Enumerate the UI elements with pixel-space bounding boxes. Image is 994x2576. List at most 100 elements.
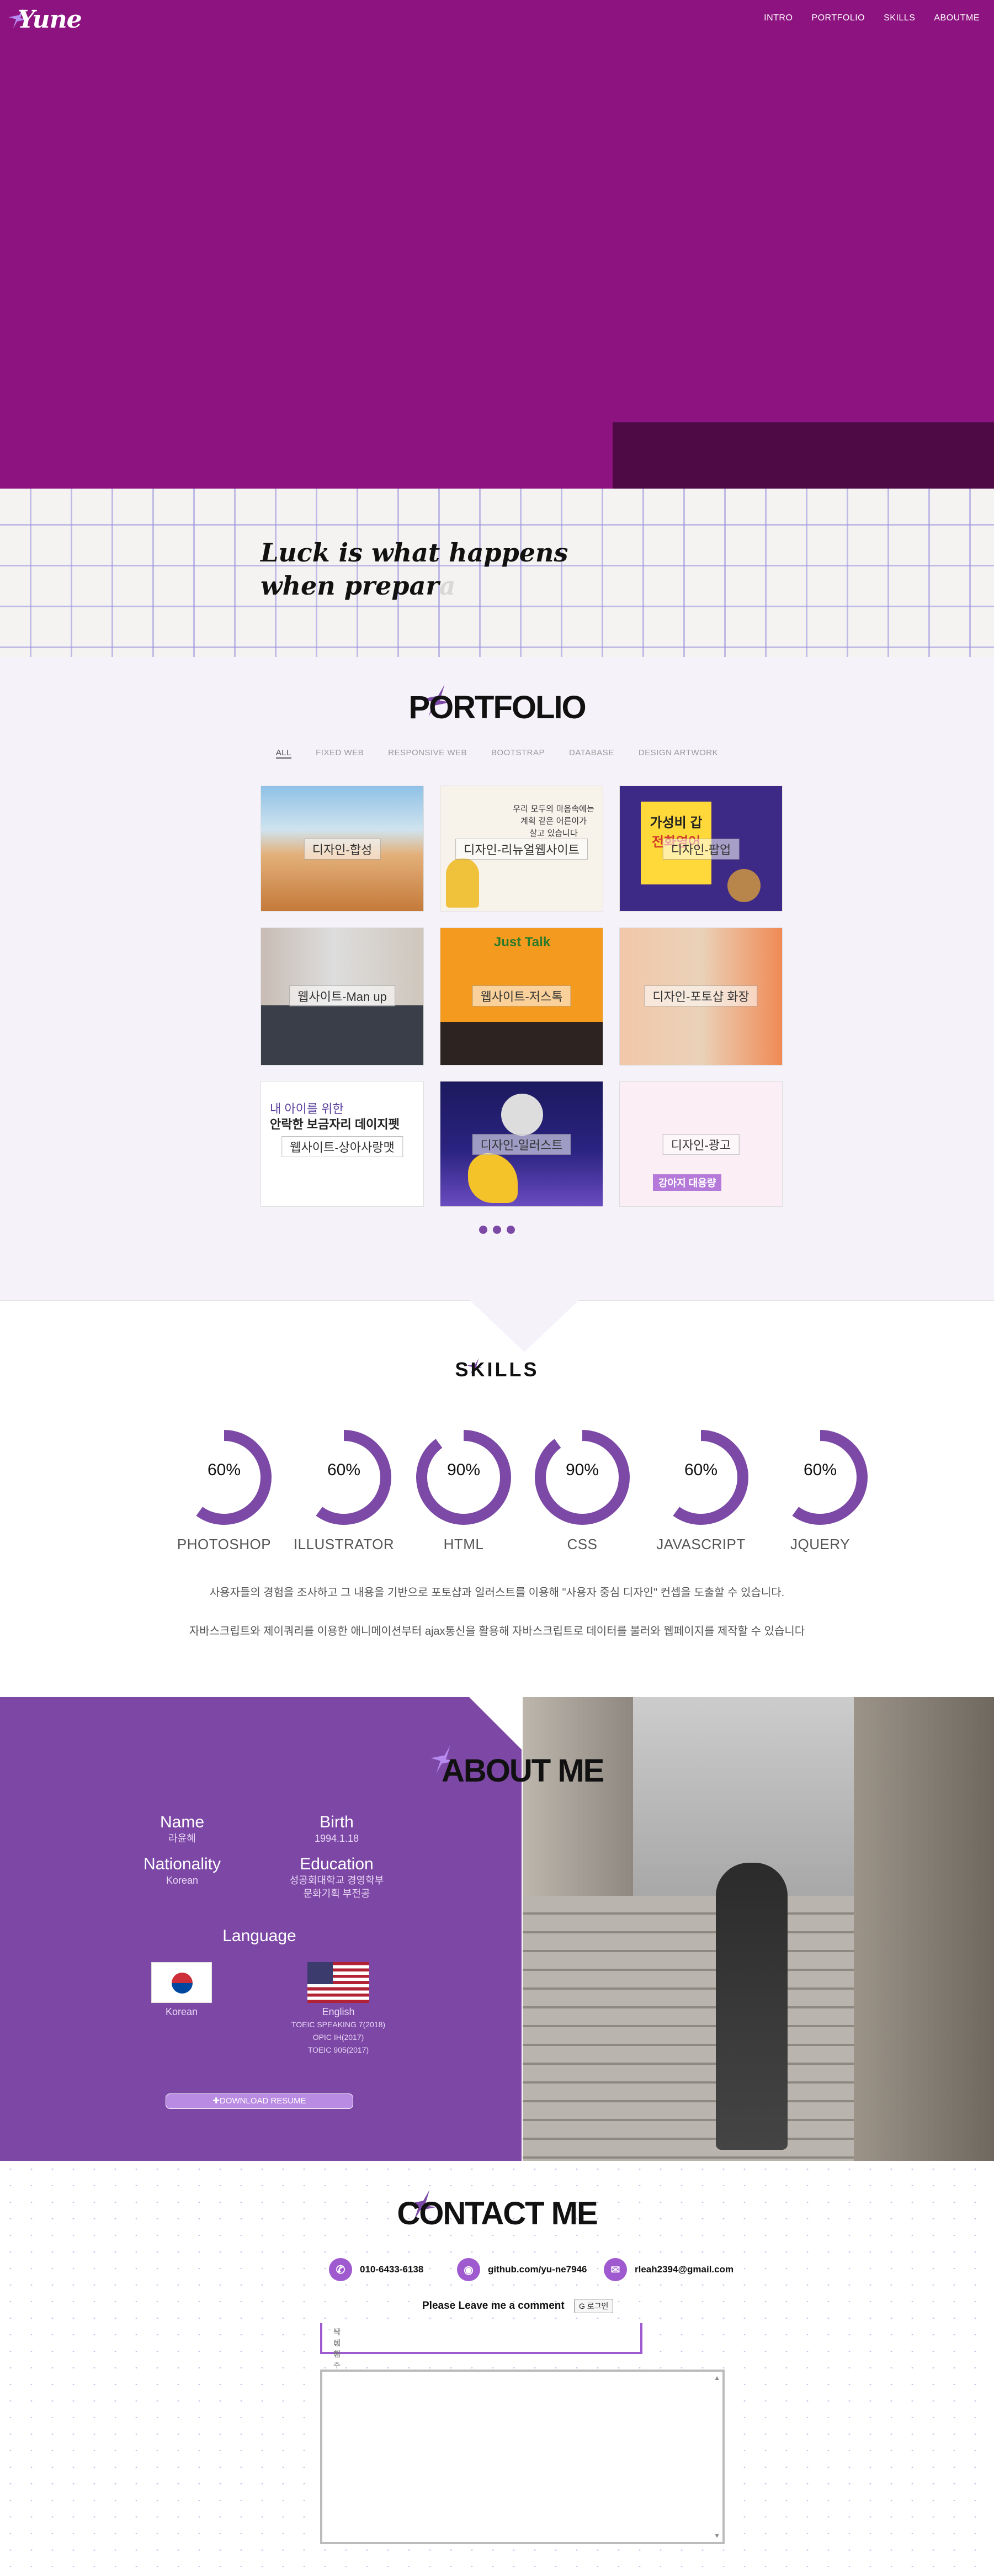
info-label: Name (160, 1813, 205, 1831)
skill-name: ILLUSTRATOR (293, 1536, 395, 1552)
contact-github[interactable]: ◉ github.com/yu-ne7946 (457, 2258, 587, 2281)
contact-github-text: github.com/yu-ne7946 (488, 2264, 587, 2275)
info-value: English (322, 2006, 355, 2017)
section-notch (469, 1300, 580, 1352)
portfolio-title: PORTFOLIO (408, 690, 586, 725)
nav-portfolio[interactable]: PORTFOLIO (811, 13, 865, 23)
github-icon: ◉ (457, 2258, 480, 2281)
quote-text: Luck is what happens when prepara (261, 536, 568, 602)
portfolio-card-8[interactable]: 디자인-일러스트 (440, 1081, 603, 1207)
filter-bootstrap[interactable]: BOOTSTRAP (491, 748, 545, 759)
skill-css: 90% CSS (527, 1428, 637, 1553)
pagination-dot[interactable] (507, 1226, 515, 1234)
skills-title: SKILLS (455, 1358, 539, 1381)
english-score: OPIC IH(2017) (312, 2033, 364, 2042)
nav-intro[interactable]: INTRO (764, 13, 793, 23)
filter-fixed-web[interactable]: FIXED WEB (316, 748, 364, 759)
korea-flag-icon (151, 1962, 212, 2003)
contact-phone[interactable]: ✆ 010-6433-6138 (329, 2258, 423, 2281)
site-logo[interactable]: Yune (8, 3, 96, 36)
filter-database[interactable]: DATABASE (569, 748, 614, 759)
nav-aboutme[interactable]: ABOUTME (934, 13, 980, 23)
photo-shade (440, 1022, 603, 1065)
info-label: Language (222, 1927, 296, 1945)
portfolio-card-caption: 디자인-팝업 (662, 838, 740, 860)
portfolio-card-7[interactable]: 내 아이를 위한 안락한 보금자리 데이지펫 웹사이트-상아사랑맷 (261, 1081, 424, 1207)
skills-section: SKILLS 60% PHOTOSHOP 60% ILLUSTRATOR 90% HTML… (0, 1301, 994, 1697)
download-resume-button[interactable]: ✚DOWNLOAD RESUME (166, 2093, 353, 2109)
portfolio-card-5[interactable]: Just Talk 웹사이트-저스톡 (440, 927, 603, 1066)
quote-line-2-visible: when prepar (261, 571, 439, 601)
page-root: Yune INTRO PORTFOLIO SKILLS ABOUTME Luck… (0, 0, 994, 2576)
skill-percent: 60% (684, 1461, 718, 1479)
filter-design-artwork[interactable]: DESIGN ARTWORK (639, 748, 718, 759)
portfolio-filters: ALL FIXED WEB RESPONSIVE WEB BOOTSTRAP D… (0, 748, 994, 759)
leave-comment-label: Please Leave me a comment (422, 2300, 565, 2312)
portfolio-card-7-art-text: 내 아이를 위한 안락한 보금자리 데이지펫 (270, 1101, 400, 1132)
character-illustration (446, 858, 479, 908)
contact-section: CONTACT ME ✆ 010-6433-6138 ◉ github.com/… (0, 2161, 994, 2576)
english-score: TOEIC SPEAKING 7(2018) (291, 2020, 386, 2029)
english-score: TOEIC 905(2017) (307, 2045, 369, 2054)
art-line: 가성비 갑 (650, 815, 703, 830)
nav-skills[interactable]: SKILLS (884, 13, 915, 23)
skill-jquery: 60% JQUERY (765, 1428, 875, 1553)
skill-percent: 60% (803, 1461, 837, 1479)
skill-html: 90% HTML (408, 1428, 519, 1553)
portfolio-card-9[interactable]: 강아지 대용량 디자인-광고 (619, 1081, 783, 1207)
about-nationality: Nationality Korean (127, 1855, 237, 1887)
about-language: Language (204, 1927, 315, 1946)
info-value: Korean (165, 2006, 198, 2017)
info-label: Education (300, 1855, 374, 1873)
portfolio-pagination (0, 1226, 994, 1234)
skills-description-1: 사용자들의 경험을 조사하고 그 내용을 기반으로 포토샵과 일러스트를 이용해… (209, 1587, 785, 1599)
skill-name: HTML (443, 1536, 484, 1552)
about-lang-english: English TOEIC SPEAKING 7(2018) OPIC IH(2… (265, 2005, 412, 2056)
comment-name-input[interactable]: 닉네임 · 작성해주세요 (320, 2323, 642, 2392)
google-login-button[interactable]: G 로그인 (574, 2299, 614, 2313)
skill-percent: 90% (565, 1461, 599, 1479)
scroll-up-icon[interactable]: ▲ (714, 2374, 720, 2382)
comment-textarea[interactable]: ▲ ▼ (320, 2370, 725, 2544)
skill-name: JAVASCRIPT (656, 1536, 746, 1552)
quote-section: Luck is what happens when prepara (0, 489, 994, 657)
character-illustration (727, 869, 761, 902)
flag-symbol (172, 1973, 193, 1994)
info-label: Birth (320, 1813, 354, 1831)
portfolio-card-4[interactable]: 웹사이트-Man up (261, 927, 424, 1066)
pagination-dot[interactable] (479, 1226, 487, 1234)
portfolio-section: PORTFOLIO ALL FIXED WEB RESPONSIVE WEB B… (0, 657, 994, 1300)
art-line: Just Talk (493, 935, 551, 950)
filter-all[interactable]: ALL (275, 748, 292, 759)
art-line: 내 아이를 위한 (270, 1102, 344, 1116)
contact-email[interactable]: ✉ rleah2394@gmail.com (604, 2258, 733, 2281)
info-value: 성공회대학교 경영학부 (289, 1875, 384, 1886)
about-birth: Birth 1994.1.18 (281, 1813, 392, 1845)
skill-percent: 60% (207, 1461, 241, 1479)
portfolio-card-caption: 디자인-광고 (662, 1133, 740, 1155)
filter-responsive-web[interactable]: RESPONSIVE WEB (388, 748, 467, 759)
moon-illustration (501, 1094, 543, 1136)
info-value: 라윤혜 (168, 1833, 196, 1844)
hero-section: Yune INTRO PORTFOLIO SKILLS ABOUTME (0, 0, 994, 489)
portfolio-card-caption: 웹사이트-상아사랑맷 (281, 1136, 403, 1158)
about-title: ABOUT ME (442, 1753, 604, 1789)
main-nav: INTRO PORTFOLIO SKILLS ABOUTME (764, 13, 980, 23)
info-label: Nationality (143, 1855, 221, 1873)
about-lang-korean: Korean (140, 2005, 223, 2018)
art-line: 강아지 대용량 (653, 1174, 722, 1191)
art-line: 계획 같은 어른이가 (520, 816, 587, 826)
portfolio-card-1[interactable]: 디자인-합성 (261, 786, 424, 911)
portfolio-card-2[interactable]: 우리 모두의 마음속에는 계획 같은 어른이가 살고 있습니다 디자인-리뉴얼웹… (440, 786, 603, 911)
portfolio-card-caption: 디자인-포토샵 화장 (644, 985, 758, 1007)
portfolio-card-6[interactable]: 디자인-포토샵 화장 (619, 927, 783, 1066)
skill-photoshop: 60% PHOTOSHOP (169, 1428, 279, 1553)
quote-line-2-faded: a (439, 571, 456, 601)
about-education: Education 성공회대학교 경영학부 문화기획 부전공 (270, 1855, 403, 1900)
scroll-down-icon[interactable]: ▼ (714, 2532, 720, 2540)
art-line: 안락한 보금자리 데이지펫 (270, 1117, 400, 1131)
pagination-dot[interactable] (493, 1226, 501, 1234)
about-name: Name 라윤혜 (127, 1813, 237, 1845)
portfolio-card-3[interactable]: 가성비 갑 전화영어 디자인-팝업 (619, 786, 783, 911)
hero-dark-block (613, 422, 994, 489)
